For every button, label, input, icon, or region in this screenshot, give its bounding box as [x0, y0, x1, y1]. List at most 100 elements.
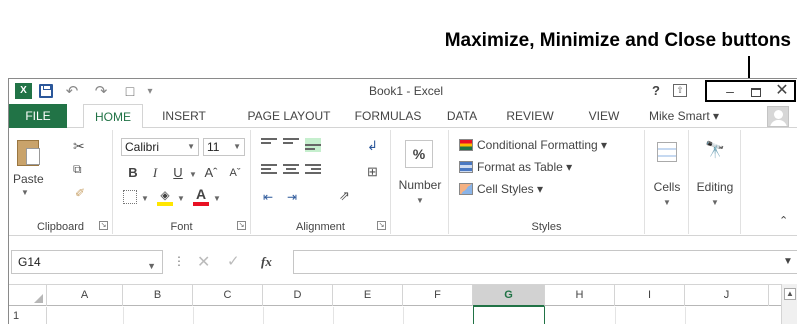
merge-center-icon[interactable]: ⊞ — [367, 164, 378, 180]
font-name-select[interactable]: Calibri ▼ — [121, 138, 199, 156]
conditional-formatting-label: Conditional Formatting ▾ — [477, 138, 608, 152]
find-select-icon[interactable]: 🔭 — [705, 140, 725, 160]
underline-button[interactable]: U — [169, 164, 187, 182]
redo-icon[interactable]: ↷ — [89, 82, 113, 100]
styles-group: Conditional Formatting ▾ Format as Table… — [449, 130, 645, 234]
insert-function-icon[interactable]: fx — [261, 254, 272, 270]
increase-font-size-button[interactable]: Aˆ — [201, 164, 221, 182]
column-header-b[interactable]: B — [123, 285, 193, 306]
number-dropdown-icon[interactable]: ▼ — [416, 196, 424, 205]
help-icon[interactable]: ? — [649, 83, 663, 98]
excel-logo-icon[interactable]: X — [15, 83, 32, 99]
decrease-font-size-button[interactable]: Aˇ — [225, 164, 245, 182]
conditional-formatting-button[interactable]: Conditional Formatting ▾ — [459, 136, 607, 154]
font-color-icon[interactable]: A — [193, 186, 209, 206]
cancel-icon[interactable]: ✕ — [197, 252, 210, 272]
tab-formulas[interactable]: FORMULAS — [347, 104, 429, 128]
formula-input[interactable] — [293, 250, 797, 274]
bold-button[interactable]: B — [125, 164, 141, 182]
tab-file[interactable]: FILE — [9, 104, 67, 128]
paste-icon[interactable] — [17, 140, 40, 166]
column-header-f[interactable]: F — [403, 285, 473, 306]
column-header-i[interactable]: I — [615, 285, 685, 306]
tab-home[interactable]: HOME — [83, 104, 143, 129]
top-align-icon[interactable] — [261, 138, 277, 152]
orientation-icon[interactable]: ⇗ — [339, 188, 350, 204]
column-header-d[interactable]: D — [263, 285, 333, 306]
font-size-select[interactable]: 11 ▼ — [203, 138, 245, 156]
enter-icon[interactable]: ✓ — [227, 252, 240, 270]
scroll-up-icon[interactable]: ▲ — [784, 288, 796, 300]
underline-dropdown-icon[interactable]: ▼ — [189, 170, 197, 179]
minimize-button[interactable]: – — [719, 82, 741, 100]
editing-dropdown-icon[interactable]: ▼ — [711, 198, 719, 207]
alignment-launcher-icon[interactable]: ↘ — [377, 221, 386, 230]
maximize-button[interactable] — [745, 82, 767, 100]
save-icon[interactable] — [39, 84, 53, 98]
vertical-scrollbar[interactable]: ▲ — [781, 284, 797, 324]
copy-icon[interactable]: ⧉ — [73, 162, 82, 177]
tab-data[interactable]: DATA — [437, 104, 487, 128]
tab-insert[interactable]: INSERT — [149, 104, 219, 128]
cut-icon[interactable]: ✂ — [73, 138, 85, 155]
wrap-text-icon[interactable]: ↲ — [367, 138, 378, 154]
annotation-area: Maximize, Minimize and Close buttons — [0, 0, 797, 78]
bottom-align-icon[interactable] — [305, 138, 321, 152]
paste-dropdown-icon[interactable]: ▼ — [21, 188, 29, 197]
number-group: % Number ▼ — [391, 130, 449, 234]
fill-color-dropdown-icon[interactable]: ▼ — [177, 194, 185, 203]
decrease-indent-icon[interactable]: ⇤ — [263, 190, 273, 204]
cells-icon[interactable] — [657, 142, 677, 162]
gridline — [403, 307, 404, 324]
format-as-table-button[interactable]: Format as Table ▾ — [459, 158, 572, 176]
increase-indent-icon[interactable]: ⇥ — [287, 190, 297, 204]
annotation-caption: Maximize, Minimize and Close buttons — [444, 30, 791, 51]
row-header-1[interactable]: 1 — [9, 307, 47, 324]
editing-button[interactable]: Editing — [689, 180, 741, 194]
collapse-ribbon-icon[interactable]: ⌃ — [779, 214, 788, 227]
gridline — [193, 307, 194, 324]
name-box-dropdown-icon[interactable]: ▼ — [147, 255, 156, 277]
align-right-icon[interactable] — [305, 164, 321, 178]
customize-quick-access-icon[interactable]: ▾ — [143, 82, 157, 100]
cells-dropdown-icon[interactable]: ▼ — [663, 198, 671, 207]
font-color-dropdown-icon[interactable]: ▼ — [213, 194, 221, 203]
ribbon-display-options-icon[interactable]: ⇧ — [673, 84, 687, 97]
formula-bar-grip-icon[interactable]: ⋮ — [173, 254, 185, 268]
column-header-h[interactable]: H — [545, 285, 615, 306]
undo-icon[interactable]: ↶ — [61, 82, 83, 100]
column-header-a[interactable]: A — [47, 285, 123, 306]
font-group: Calibri ▼ 11 ▼ B I U ▼ Aˆ Aˇ ▼ ◈ ▼ A ▼ Fon… — [113, 130, 251, 234]
name-box[interactable]: G14 ▼ — [11, 250, 163, 274]
number-format-button[interactable]: Number — [393, 178, 447, 192]
align-left-icon[interactable] — [261, 164, 277, 178]
column-header-e[interactable]: E — [333, 285, 403, 306]
user-account[interactable]: Mike Smart ▾ — [649, 104, 719, 128]
window-title: Book1 - Excel — [369, 84, 444, 98]
tab-page-layout[interactable]: PAGE LAYOUT — [239, 104, 339, 128]
font-launcher-icon[interactable]: ↘ — [237, 221, 246, 230]
borders-dropdown-icon[interactable]: ▼ — [141, 194, 149, 203]
align-center-icon[interactable] — [283, 164, 299, 178]
avatar[interactable] — [767, 106, 789, 127]
close-button[interactable]: ✕ — [771, 82, 793, 100]
expand-formula-bar-icon[interactable]: ▼ — [783, 256, 793, 267]
cells-button[interactable]: Cells — [645, 180, 689, 194]
paste-button[interactable]: Paste — [13, 172, 44, 186]
tab-review[interactable]: REVIEW — [495, 104, 565, 128]
format-painter-icon[interactable]: ✐ — [75, 186, 85, 200]
column-header-j[interactable]: J — [685, 285, 769, 306]
print-preview-icon[interactable]: □ — [121, 82, 139, 100]
column-header-c[interactable]: C — [193, 285, 263, 306]
borders-icon[interactable] — [123, 190, 137, 204]
tab-view[interactable]: VIEW — [579, 104, 629, 128]
annotation-pointer — [748, 56, 750, 78]
column-header-g[interactable]: G — [473, 285, 545, 307]
percent-icon[interactable]: % — [405, 140, 433, 168]
middle-align-icon[interactable] — [283, 138, 299, 152]
select-all-button[interactable] — [9, 285, 47, 306]
fill-color-icon[interactable]: ◈ — [157, 188, 173, 206]
italic-button[interactable]: I — [147, 164, 163, 182]
clipboard-launcher-icon[interactable]: ↘ — [99, 221, 108, 230]
cell-styles-button[interactable]: Cell Styles ▾ — [459, 180, 543, 198]
